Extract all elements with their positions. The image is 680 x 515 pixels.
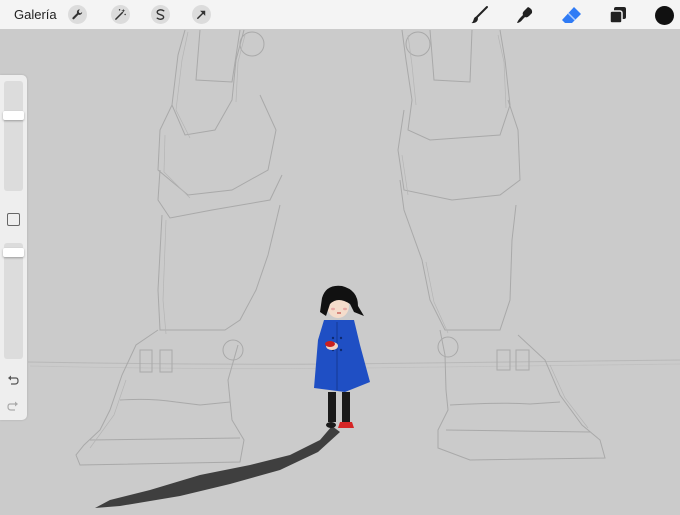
artwork (27, 29, 680, 508)
left-robot-leg-sketch (75, 29, 283, 466)
brush-size-slider[interactable] (3, 81, 24, 191)
transform-arrow-icon[interactable] (192, 5, 211, 24)
redo-icon[interactable] (5, 399, 21, 413)
girl-character (314, 285, 370, 428)
opacity-slider[interactable] (3, 243, 24, 359)
gallery-button[interactable]: Galería (14, 7, 57, 22)
left-sidebar (0, 75, 27, 420)
magic-wand-icon[interactable] (111, 5, 130, 24)
drawing-canvas[interactable] (0, 29, 680, 510)
selection-icon[interactable] (151, 5, 170, 24)
undo-icon[interactable] (5, 373, 21, 387)
brush-icon[interactable] (469, 4, 491, 26)
modifier-button[interactable] (7, 213, 20, 226)
opacity-thumb[interactable] (3, 248, 24, 257)
wrench-icon[interactable] (68, 5, 87, 24)
brush-size-thumb[interactable] (3, 111, 24, 120)
eraser-icon[interactable] (561, 4, 583, 26)
top-toolbar: Galería (0, 0, 680, 29)
smudge-icon[interactable] (514, 4, 536, 26)
color-swatch[interactable] (653, 4, 675, 26)
layers-icon[interactable] (607, 4, 629, 26)
right-robot-leg-sketch (397, 29, 606, 461)
